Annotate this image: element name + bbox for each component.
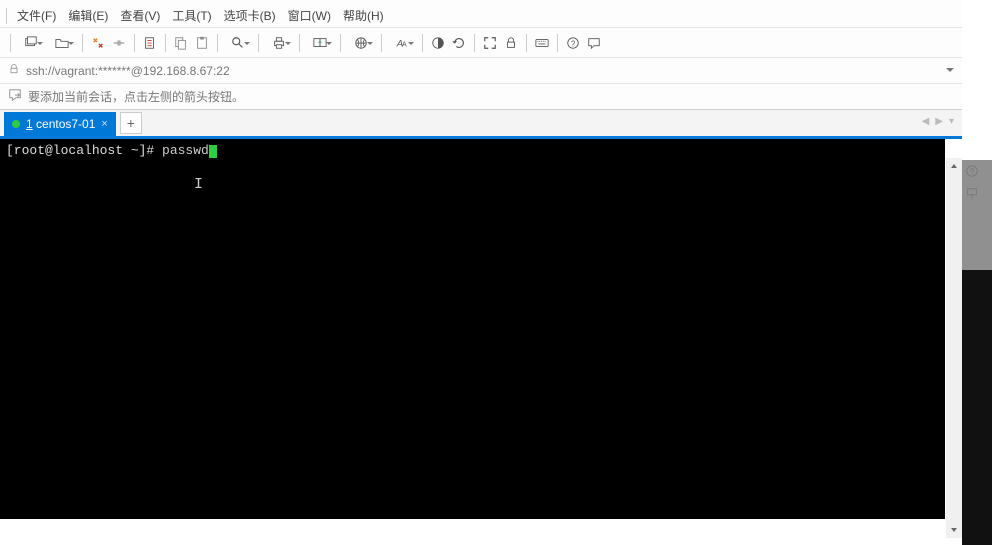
menu-view[interactable]: 查看(V) [114,4,166,27]
tab-nav-menu[interactable]: ▾ [949,116,954,127]
print-button[interactable] [264,32,294,54]
scroll-up-button[interactable] [946,158,962,174]
side-help-icon[interactable]: ? [965,164,979,181]
fullscreen-button[interactable] [480,32,500,54]
menu-help[interactable]: 帮助(H) [337,4,390,27]
reconnect-button[interactable] [88,32,108,54]
separator [381,34,382,52]
connection-status-icon [12,120,20,128]
lock-icon [8,63,20,78]
separator [474,34,475,52]
menu-window[interactable]: 窗口(W) [282,4,337,27]
paste-button[interactable] [192,32,212,54]
menu-bar: 文件(F) 编辑(E) 查看(V) 工具(T) 选项卡(B) 窗口(W) 帮助(… [0,4,962,28]
tab-nav: ◀ ▶ ▾ [922,116,954,127]
properties-button[interactable] [140,32,160,54]
separator [422,34,423,52]
svg-text:A: A [402,41,407,48]
terminal-prompt: [root@localhost ~]# [6,143,162,158]
lock-button[interactable] [501,32,521,54]
side-pin-icon[interactable] [965,187,979,204]
help-button[interactable]: ? [563,32,583,54]
open-button[interactable] [47,32,77,54]
separator [165,34,166,52]
svg-text:?: ? [571,39,576,48]
separator [526,34,527,52]
refresh-button[interactable] [449,32,469,54]
chat-button[interactable] [584,32,604,54]
scroll-down-button[interactable] [946,522,962,538]
color-scheme-button[interactable] [428,32,448,54]
address-bar[interactable]: ssh://vagrant:*******@192.168.8.67:22 [0,58,962,84]
tab-nav-right[interactable]: ▶ [935,116,943,127]
right-strip: ? [962,0,992,545]
disconnect-button[interactable] [109,32,129,54]
transfer-button[interactable] [305,32,335,54]
menu-edit[interactable]: 编辑(E) [62,4,114,27]
separator [299,34,300,52]
separator [217,34,218,52]
encoding-button[interactable] [346,32,376,54]
add-session-icon[interactable] [8,88,22,105]
tab-active[interactable]: 1 centos7-01 × [4,112,116,136]
separator [134,34,135,52]
separator [258,34,259,52]
menu-tools[interactable]: 工具(T) [166,4,217,27]
terminal[interactable]: [root@localhost ~]# passwd I [0,139,945,519]
separator [6,8,7,24]
terminal-command: passwd [162,143,209,158]
separator [82,34,83,52]
address-text[interactable]: ssh://vagrant:*******@192.168.8.67:22 [26,64,946,78]
menu-tabs[interactable]: 选项卡(B) [218,4,282,27]
keyboard-button[interactable] [532,32,552,54]
new-tab-button[interactable]: + [120,112,142,134]
separator [340,34,341,52]
text-cursor-icon: I [194,177,203,193]
svg-text:?: ? [970,168,975,177]
address-dropdown-icon[interactable] [946,68,954,76]
font-button[interactable]: AA [387,32,417,54]
tab-label: 1 centos7-01 [26,117,95,131]
find-button[interactable] [223,32,253,54]
separator [10,34,11,52]
separator [557,34,558,52]
tab-nav-left[interactable]: ◀ [922,116,930,127]
copy-button[interactable] [171,32,191,54]
tab-close-button[interactable]: × [101,118,107,130]
new-session-button[interactable] [16,32,46,54]
tab-bar: 1 centos7-01 × + ◀ ▶ ▾ [0,110,962,139]
tip-bar: 要添加当前会话，点击左侧的箭头按钮。 [0,84,962,110]
terminal-scrollbar[interactable] [946,158,962,538]
tip-text: 要添加当前会话，点击左侧的箭头按钮。 [28,88,244,105]
toolbar: AA ? [0,28,962,58]
menu-file[interactable]: 文件(F) [11,4,62,27]
terminal-cursor [209,145,217,158]
